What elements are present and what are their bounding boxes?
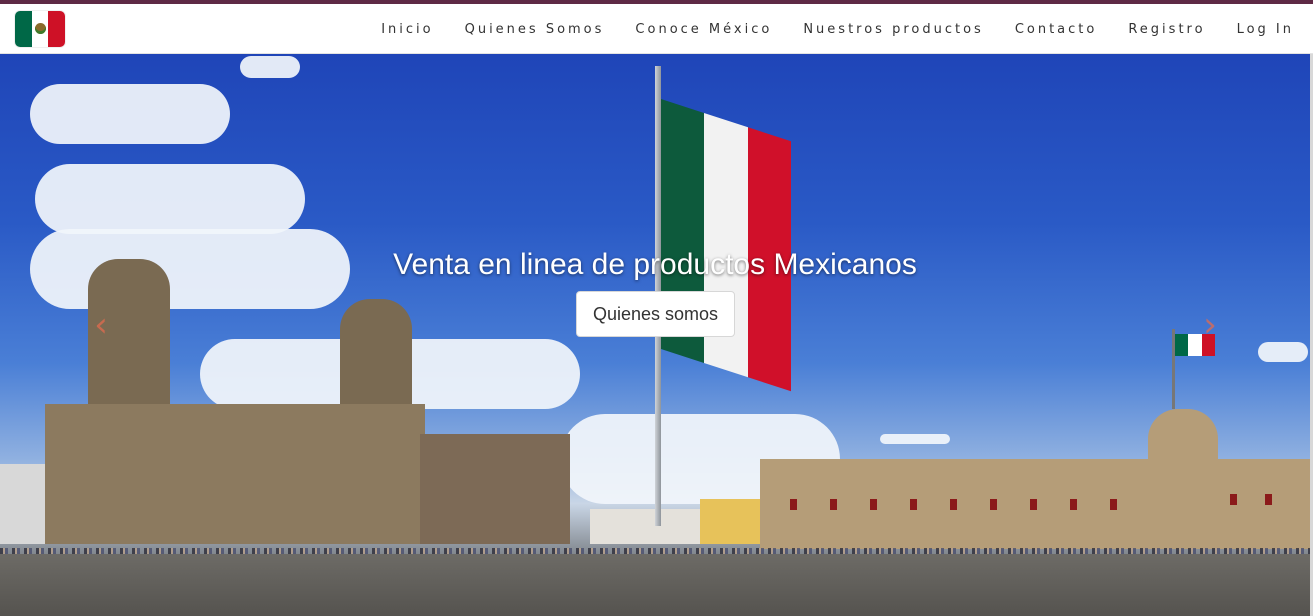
plaza-ground: [0, 554, 1310, 616]
nav-item-conoce-mexico[interactable]: Conoce México: [635, 22, 772, 37]
cathedral-facade: [45, 404, 425, 544]
palace-window: [1265, 494, 1272, 505]
palace-window: [1110, 499, 1117, 510]
logo-stripe-white: [31, 11, 49, 47]
cloud: [35, 164, 305, 234]
cloud: [240, 56, 300, 78]
logo-stripe-red: [48, 11, 65, 47]
cloud: [1258, 342, 1308, 362]
mexico-flag-logo[interactable]: [15, 11, 65, 47]
nav-item-log-in[interactable]: Log In: [1237, 22, 1294, 37]
yellow-building: [700, 499, 760, 544]
palace-window: [790, 499, 797, 510]
sagrario-facade: [420, 434, 570, 544]
palace-window: [1030, 499, 1037, 510]
palace-window: [1230, 494, 1237, 505]
main-nav: Inicio Quienes Somos Conoce México Nuest…: [381, 4, 1294, 54]
palace-bell-tower: [1148, 409, 1218, 469]
white-building: [590, 509, 700, 544]
palace-window: [910, 499, 917, 510]
nav-item-quienes-somos[interactable]: Quienes Somos: [465, 22, 605, 37]
side-building: [0, 464, 45, 544]
quienes-somos-button[interactable]: Quienes somos: [576, 291, 735, 337]
eagle-emblem-icon: [34, 23, 46, 34]
chevron-left-icon[interactable]: ‹: [88, 308, 114, 342]
palace-window: [990, 499, 997, 510]
nav-item-registro[interactable]: Registro: [1128, 22, 1205, 37]
palace-window: [830, 499, 837, 510]
nav-item-contacto[interactable]: Contacto: [1015, 22, 1098, 37]
palace-window: [1070, 499, 1077, 510]
hero-caption: Venta en linea de productos Mexicanos: [393, 248, 917, 281]
palace-window: [870, 499, 877, 510]
cloud: [880, 434, 950, 444]
cloud: [30, 84, 230, 144]
logo-stripe-green: [15, 11, 32, 47]
chevron-right-icon[interactable]: ›: [1197, 308, 1223, 342]
palace-window: [950, 499, 957, 510]
nav-item-nuestros-productos[interactable]: Nuestros productos: [803, 22, 983, 37]
nav-item-inicio[interactable]: Inicio: [381, 22, 433, 37]
monumental-flag: [661, 99, 791, 392]
